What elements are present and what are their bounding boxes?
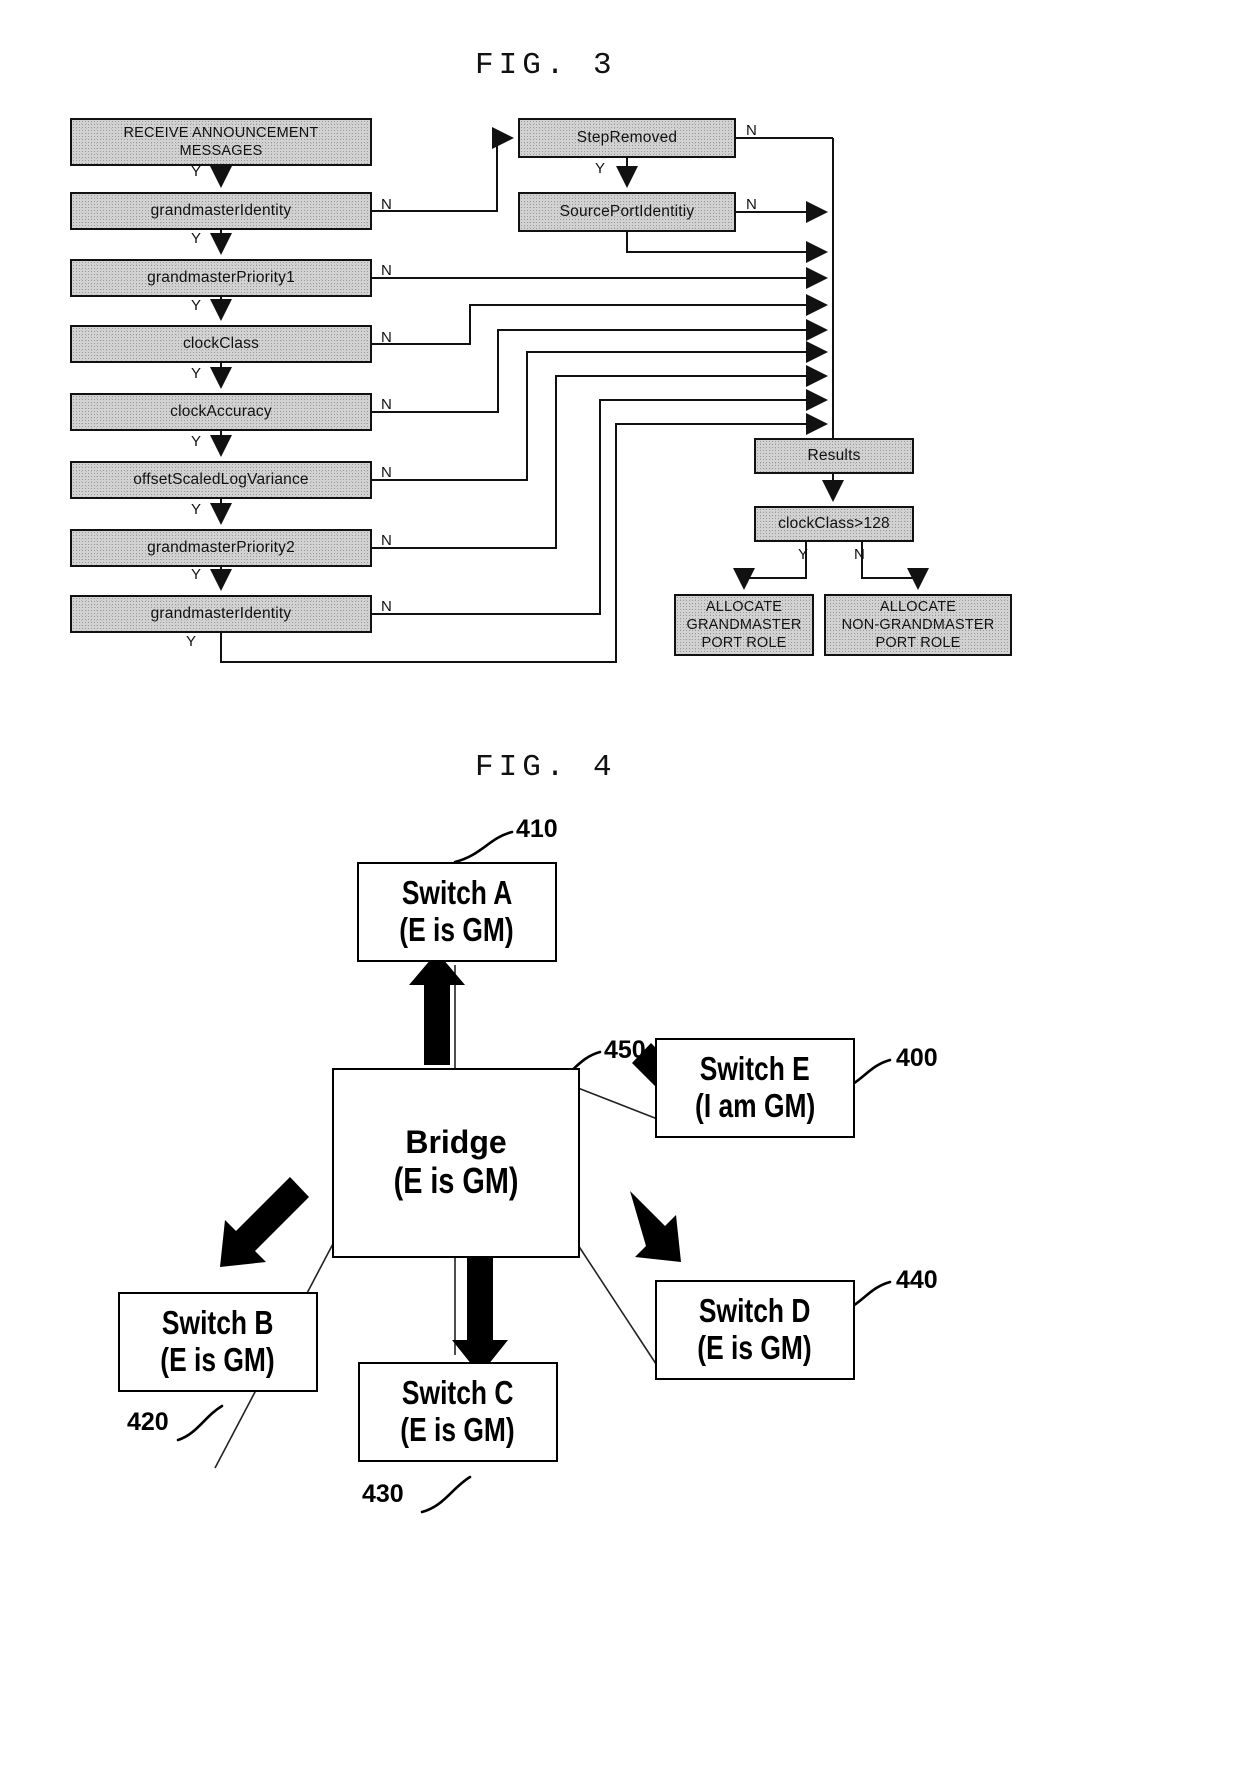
fig3-label-y-stepremoved: Y	[595, 160, 606, 177]
fig4-node-subtitle: (E is GM)	[400, 1411, 516, 1448]
fig4-node-title: Switch E	[699, 1050, 811, 1088]
fig3-label-y: Y	[191, 566, 202, 583]
fig4-node-title: Switch D	[699, 1292, 811, 1330]
fig4-ref-430: 430	[362, 1480, 404, 1508]
fig3-box-label: grandmasterIdentity	[150, 605, 292, 623]
fig4-node-subtitle: (E is GM)	[160, 1341, 276, 1378]
fig4-node-subtitle: (E is GM)	[399, 911, 515, 948]
fig3-box-grandmasteridentity-1: grandmasterIdentity	[70, 192, 372, 230]
fig4-node-bridge[interactable]: Bridge (E is GM)	[332, 1068, 580, 1258]
fig3-label-n-decision: N	[854, 546, 865, 563]
fig3-box-grandmasterpriority1: grandmasterPriority1	[70, 259, 372, 297]
fig4-node-switch-d[interactable]: Switch D (E is GM)	[655, 1280, 855, 1380]
fig3-box-clockclass-decision: clockClass>128	[754, 506, 914, 542]
fig3-box-label: clockClass	[182, 335, 260, 353]
fig3-box-grandmasterpriority2: grandmasterPriority2	[70, 529, 372, 567]
fig3-label-n: N	[381, 262, 392, 279]
fig3-label-n-stepremoved: N	[746, 122, 757, 139]
fig4-node-subtitle: (I am GM)	[694, 1087, 816, 1124]
fig4-ref-450: 450	[604, 1036, 646, 1064]
fig4-node-switch-b[interactable]: Switch B (E is GM)	[118, 1292, 318, 1392]
fig3-box-grandmasteridentity-2: grandmasterIdentity	[70, 595, 372, 633]
fig3-label-y: Y	[191, 365, 202, 382]
fig4-ref-440: 440	[896, 1266, 938, 1294]
fig3-label-y-decision: Y	[798, 546, 809, 563]
fig3-label-n-sourceport: N	[746, 196, 757, 213]
fig3-box-offsetscaledlogvariance: offsetScaledLogVariance	[70, 461, 372, 499]
fig3-box-label: clockAccuracy	[170, 403, 272, 421]
fig4-ref-420: 420	[127, 1408, 169, 1436]
fig3-box-label: grandmasterIdentity	[150, 202, 292, 220]
fig3-label-y: Y	[191, 297, 202, 314]
fig3-label-n: N	[381, 598, 392, 615]
fig3-box-label: offsetScaledLogVariance	[133, 471, 309, 489]
fig3-outcome-line1: ALLOCATE	[705, 598, 783, 615]
fig3-label-n: N	[381, 196, 392, 213]
fig3-label-y-final: Y	[186, 633, 197, 650]
fig4-node-title: Switch C	[402, 1374, 514, 1412]
fig3-outcome-line3: PORT ROLE	[875, 635, 961, 652]
fig4-node-switch-a[interactable]: Switch A (E is GM)	[357, 862, 557, 962]
fig3-label-n: N	[381, 329, 392, 346]
fig4-node-title: Switch A	[401, 874, 513, 912]
fig3-outcome-line1: ALLOCATE	[879, 598, 957, 615]
fig3-outcome-line2: GRANDMASTER	[686, 616, 802, 633]
fig4-node-title: Bridge	[405, 1123, 507, 1160]
fig3-box-label: StepRemoved	[576, 129, 678, 147]
fig4-node-title: Switch B	[162, 1304, 274, 1342]
fig4-node-switch-e[interactable]: Switch E (I am GM)	[655, 1038, 855, 1138]
fig3-box-label: grandmasterPriority2	[147, 539, 295, 557]
fig3-label-y: Y	[191, 501, 202, 518]
fig3-box-label: clockClass>128	[778, 515, 890, 533]
fig4-title: FIG. 4	[475, 750, 617, 785]
fig4-ref-400: 400	[896, 1044, 938, 1072]
fig3-box-results: Results	[754, 438, 914, 474]
fig4-ref-410: 410	[516, 815, 558, 843]
fig3-label-n: N	[381, 396, 392, 413]
fig3-outcome-line3: PORT ROLE	[701, 635, 787, 652]
fig3-box-allocate-non-grandmaster: ALLOCATE NON-GRANDMASTER PORT ROLE	[824, 594, 1012, 656]
fig3-box-label: Results	[807, 447, 861, 465]
fig3-title: FIG. 3	[475, 48, 617, 83]
fig3-box-clockclass: clockClass	[70, 325, 372, 363]
fig3-label-y: Y	[191, 230, 202, 247]
fig3-label-n: N	[381, 532, 392, 549]
fig3-label-y: Y	[191, 433, 202, 450]
fig3-box-label: grandmasterPriority1	[147, 269, 295, 287]
fig3-outcome-line2: NON-GRANDMASTER	[841, 616, 995, 633]
fig4-node-subtitle: (E is GM)	[697, 1329, 813, 1366]
fig3-box-allocate-grandmaster: ALLOCATE GRANDMASTER PORT ROLE	[674, 594, 814, 656]
fig4-node-subtitle: (E is GM)	[393, 1159, 519, 1201]
fig3-box-receive: RECEIVE ANNOUNCEMENT MESSAGES	[70, 118, 372, 166]
fig3-box-receive-line1: RECEIVE ANNOUNCEMENT	[123, 124, 319, 141]
fig4-node-switch-c[interactable]: Switch C (E is GM)	[358, 1362, 558, 1462]
fig3-box-stepremoved: StepRemoved	[518, 118, 736, 158]
fig3-label-n: N	[381, 464, 392, 481]
fig3-box-clockaccuracy: clockAccuracy	[70, 393, 372, 431]
fig3-box-label: SourcePortIdentitiy	[559, 203, 695, 221]
fig3-box-receive-line2: MESSAGES	[179, 143, 263, 159]
fig3-box-sourceportidentity: SourcePortIdentitiy	[518, 192, 736, 232]
fig3-label-y: Y	[191, 163, 202, 180]
